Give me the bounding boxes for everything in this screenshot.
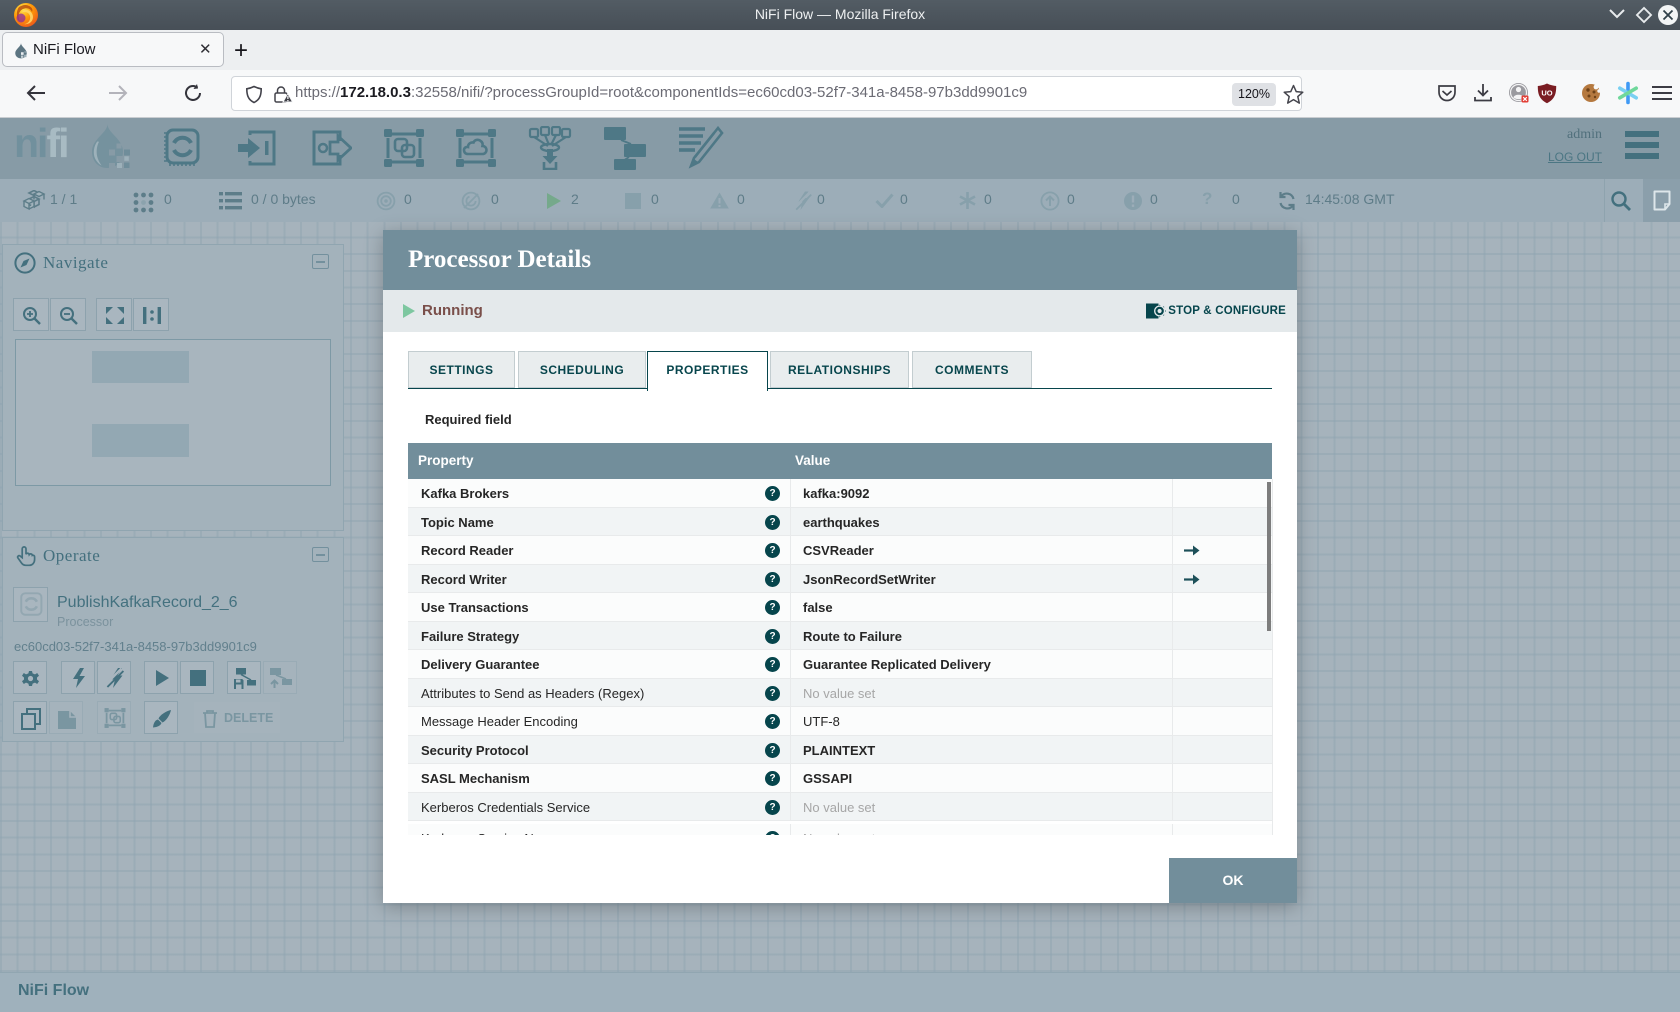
- svg-text:UO: UO: [1541, 89, 1552, 98]
